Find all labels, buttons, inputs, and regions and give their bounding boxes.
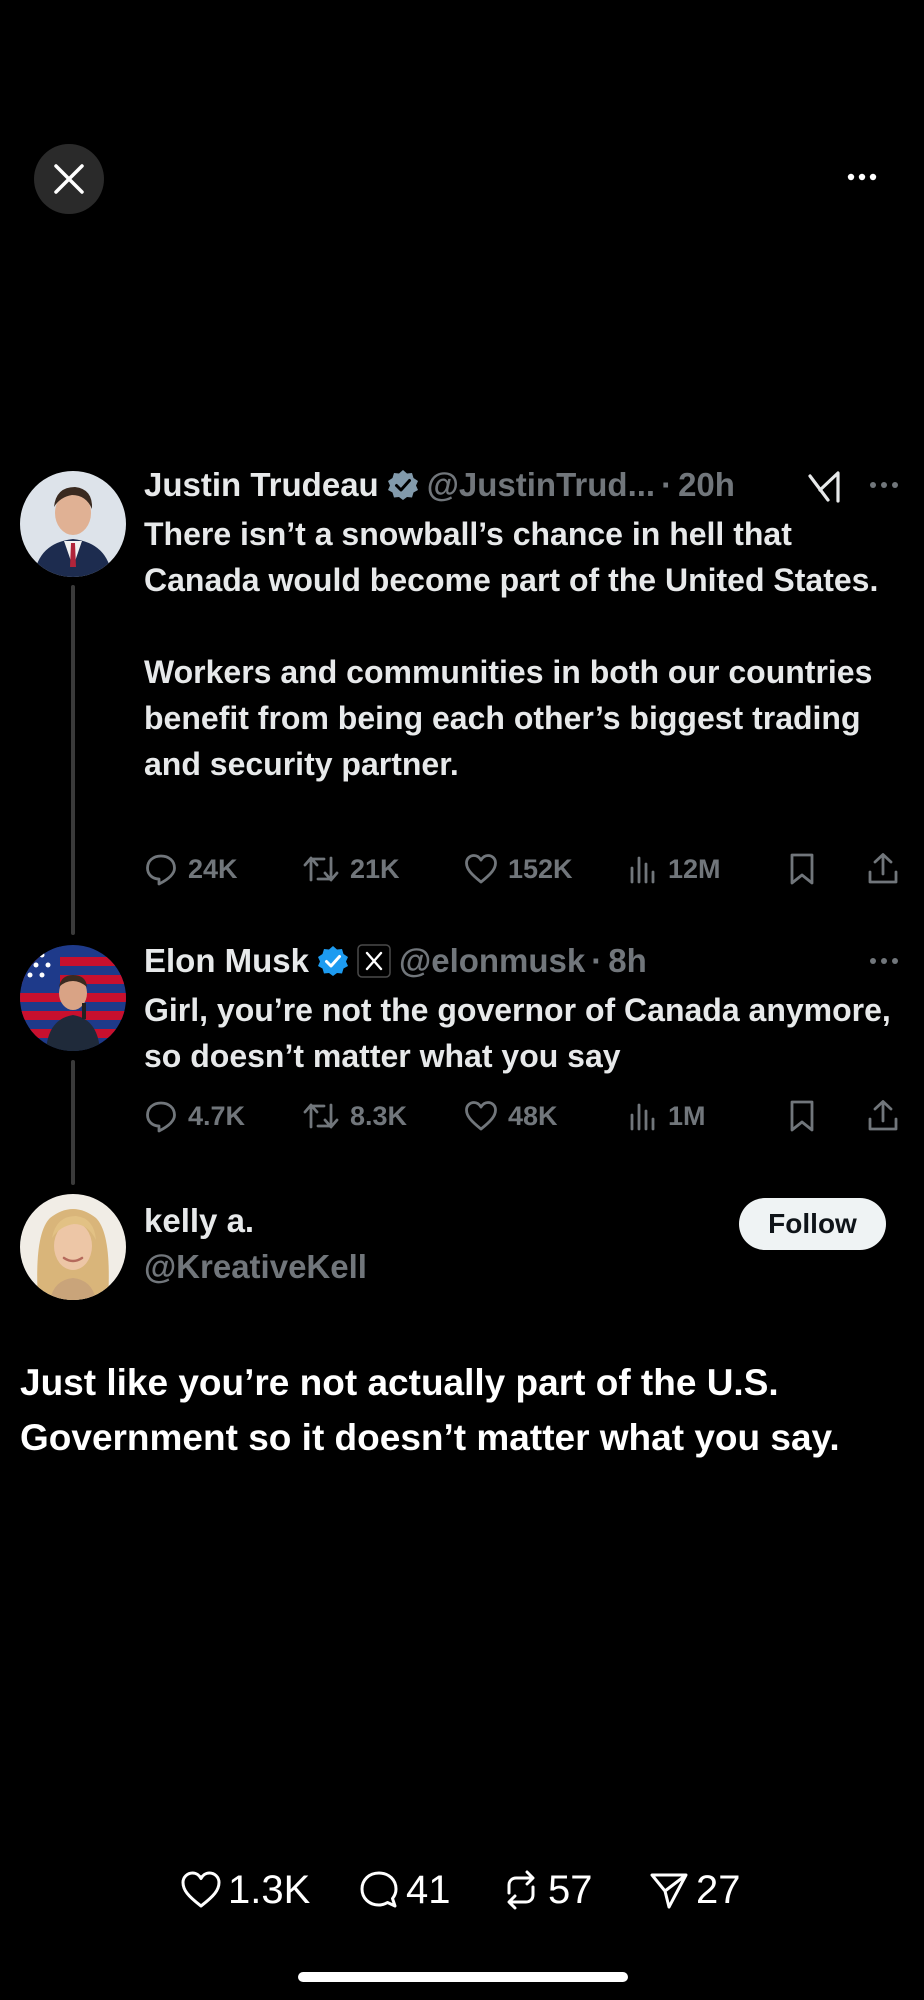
separator-dot: · <box>591 942 603 979</box>
like-stat-button[interactable]: 1.3K <box>180 1862 310 1918</box>
reply-icon <box>146 1101 176 1133</box>
reply-author-handle[interactable]: @KreativeKell <box>144 1248 367 1286</box>
bookmark-icon <box>790 1100 814 1132</box>
send-stat-button[interactable]: 27 <box>648 1862 741 1918</box>
author-name[interactable]: Elon Musk <box>144 942 309 980</box>
repost-button[interactable]: 8.3K <box>302 1094 407 1138</box>
timestamp[interactable]: 20h <box>678 466 735 504</box>
like-count: 152K <box>508 853 573 884</box>
tweet-more-button[interactable] <box>864 470 904 500</box>
tweet-actions: 4.7K 8.3K 48K 1M <box>144 1094 904 1138</box>
repost-icon <box>303 1103 339 1129</box>
share-button[interactable] <box>866 847 910 891</box>
verified-badge-icon <box>317 945 349 977</box>
views-icon <box>630 856 655 884</box>
share-icon <box>868 853 898 884</box>
views-button[interactable]: 1M <box>628 1094 706 1138</box>
views-icon <box>630 1103 655 1131</box>
tweet-text: Girl, you’re not the governor of Canada … <box>144 992 891 1074</box>
tweet-more-button[interactable] <box>864 946 904 976</box>
timestamp[interactable]: 8h <box>608 942 647 980</box>
like-button[interactable]: 152K <box>464 847 573 891</box>
bookmark-button[interactable] <box>788 847 826 891</box>
follow-button[interactable]: Follow <box>739 1198 886 1250</box>
reply-text: Just like you’re not actually part of th… <box>20 1362 840 1458</box>
send-stat-count: 27 <box>696 1867 741 1912</box>
view-count: 12M <box>668 853 721 884</box>
repost-button[interactable]: 21K <box>302 847 400 891</box>
comment-icon <box>360 1871 398 1908</box>
reply-button[interactable]: 4.7K <box>144 1094 245 1138</box>
reply-button[interactable]: 24K <box>144 847 238 891</box>
repost-count: 8.3K <box>350 1100 408 1131</box>
close-icon <box>54 164 84 194</box>
bookmark-button[interactable] <box>788 1094 826 1138</box>
like-button[interactable]: 48K <box>464 1094 558 1138</box>
like-count: 48K <box>508 1100 558 1131</box>
avatar-kelly[interactable] <box>20 1194 126 1300</box>
engagement-bar: 1.3K 41 57 27 <box>0 1862 924 1918</box>
repost-stat-button[interactable]: 57 <box>500 1862 593 1918</box>
thread-line <box>71 585 75 935</box>
tweet-header: Elon Musk @elonmusk · 8h <box>144 940 647 982</box>
x-logo-badge-icon <box>357 944 391 978</box>
views-button[interactable]: 12M <box>628 847 721 891</box>
repost-icon <box>303 856 339 882</box>
reply-count: 4.7K <box>188 1100 246 1131</box>
reply-count: 24K <box>188 853 238 884</box>
like-icon <box>465 1101 497 1131</box>
home-indicator[interactable] <box>298 1972 628 1982</box>
verified-badge-icon <box>387 469 419 501</box>
repost-icon <box>507 1870 535 1910</box>
more-options-button[interactable] <box>842 162 882 192</box>
more-icon <box>847 173 877 181</box>
repost-count: 21K <box>350 853 400 884</box>
grok-icon[interactable] <box>808 470 844 504</box>
heart-icon <box>181 1871 221 1908</box>
separator-dot: · <box>661 466 673 503</box>
avatar-musk[interactable] <box>20 945 126 1051</box>
bookmark-icon <box>790 853 814 885</box>
close-button[interactable] <box>34 144 104 214</box>
tweet-text: There isn’t a snowball’s chance in hell … <box>144 516 879 782</box>
reply-author-name[interactable]: kelly a. <box>144 1202 254 1240</box>
view-count: 1M <box>668 1100 706 1131</box>
comment-stat-count: 41 <box>406 1867 451 1912</box>
repost-stat-count: 57 <box>548 1867 593 1912</box>
comment-stat-button[interactable]: 41 <box>358 1862 451 1918</box>
like-icon <box>465 854 497 884</box>
thread-line <box>71 1060 75 1185</box>
author-handle[interactable]: @JustinTrud... <box>427 466 655 504</box>
share-button[interactable] <box>866 1094 910 1138</box>
more-icon <box>870 958 898 964</box>
author-handle[interactable]: @elonmusk <box>399 942 585 980</box>
tweet-actions: 24K 21K 152K 12M <box>144 847 904 891</box>
like-stat-count: 1.3K <box>228 1867 311 1912</box>
author-name[interactable]: Justin Trudeau <box>144 466 379 504</box>
tweet-header: Justin Trudeau @JustinTrud... · 20h <box>144 464 735 506</box>
send-icon <box>650 1873 688 1909</box>
more-icon <box>870 482 898 488</box>
share-icon <box>868 1100 898 1131</box>
reply-icon <box>146 854 176 886</box>
avatar-trudeau[interactable] <box>20 471 126 577</box>
